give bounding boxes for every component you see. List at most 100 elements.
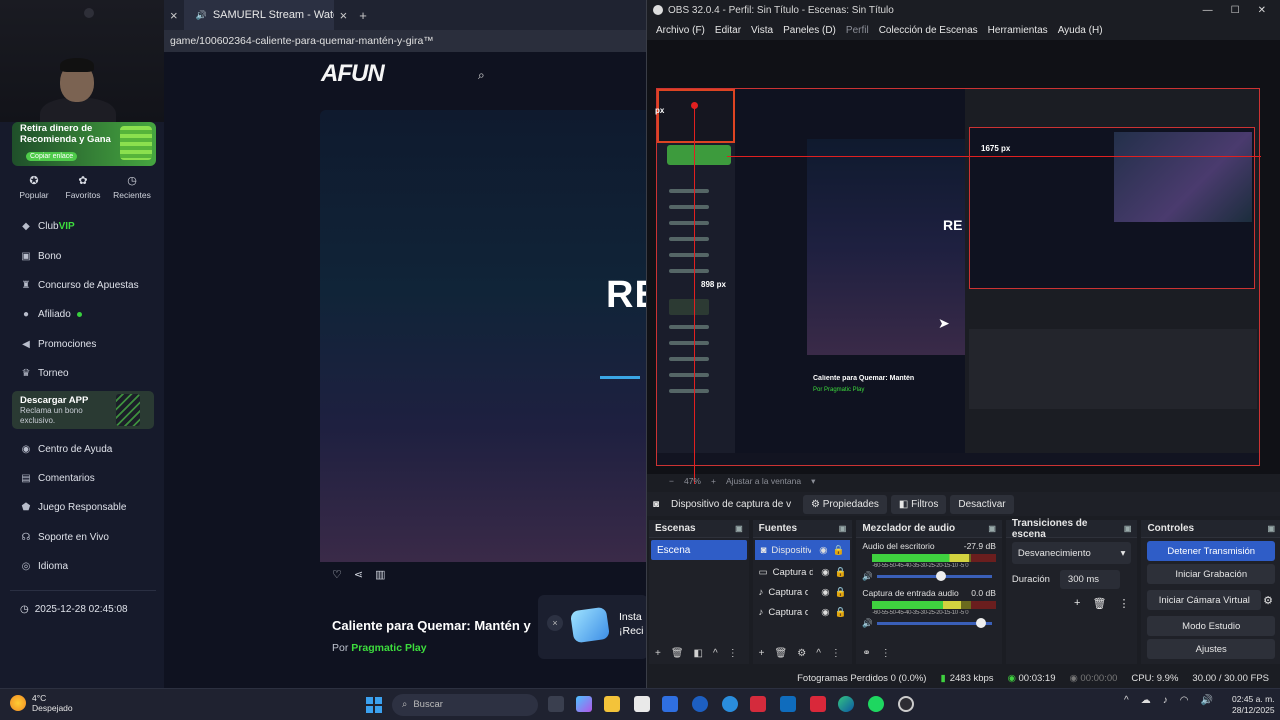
task-view-icon[interactable]: [548, 696, 564, 712]
menu-editar[interactable]: Editar: [710, 25, 746, 36]
close-icon[interactable]: ×: [547, 615, 563, 631]
menu-archivo[interactable]: Archivo (F): [651, 25, 710, 36]
taskbar-search[interactable]: ⌕ Buscar: [392, 694, 538, 716]
hp-icon[interactable]: [692, 696, 708, 712]
source-item[interactable]: ♪ Captura d ◉ 🔒: [753, 582, 853, 602]
more-icon[interactable]: ⋮: [831, 648, 841, 659]
lock-icon[interactable]: 🔒: [833, 545, 845, 556]
menu-coleccion[interactable]: Colección de Escenas: [874, 25, 983, 36]
copilot-icon[interactable]: [576, 696, 592, 712]
source-item[interactable]: ◙ Dispositiv ◉ 🔒: [754, 540, 851, 560]
chevron-down-icon[interactable]: ▾: [811, 476, 815, 487]
start-recording-button[interactable]: Iniciar Grabación: [1147, 564, 1275, 584]
edge-icon[interactable]: [838, 696, 854, 712]
chevron-up-icon[interactable]: ^: [816, 648, 821, 659]
dock-float-icon[interactable]: ▣: [735, 524, 743, 533]
browser-tab-active[interactable]: 🔊 SAMUERL Stream - Watch Li: [183, 0, 334, 30]
spotify-icon[interactable]: [868, 696, 884, 712]
menu-afiliado[interactable]: ● Afiliado: [0, 300, 164, 329]
add-icon[interactable]: +: [655, 648, 661, 659]
more-icon[interactable]: ⋮: [1118, 597, 1129, 610]
menu-concurso[interactable]: ♜ Concurso de Apuestas: [0, 271, 164, 300]
zoom-in-button[interactable]: +: [711, 476, 716, 486]
new-tab-button[interactable]: +: [353, 0, 373, 30]
cloud-icon[interactable]: ☁: [1141, 695, 1151, 706]
install-prompt[interactable]: × Insta ¡Reci: [538, 595, 648, 659]
eye-icon[interactable]: ◉: [821, 607, 829, 618]
chevron-up-icon[interactable]: ^: [1124, 695, 1129, 706]
add-icon[interactable]: +: [1074, 597, 1080, 610]
game-frame[interactable]: RE: [320, 110, 646, 562]
menu-club-vip[interactable]: ◆ Club VIP: [0, 212, 164, 241]
dock-float-icon[interactable]: ▣: [988, 524, 996, 533]
search-icon[interactable]: ⌕: [478, 68, 485, 83]
close-icon[interactable]: ✕: [1258, 5, 1266, 16]
volume-icon[interactable]: 🔊: [1200, 695, 1212, 706]
filters-button[interactable]: ◧ Filtros: [890, 494, 947, 514]
menu-ayuda[interactable]: Ayuda (H): [1053, 25, 1108, 36]
menu-perfil[interactable]: Perfil: [841, 25, 874, 36]
duration-input[interactable]: 300 ms: [1059, 570, 1120, 589]
more-icon[interactable]: ⋮: [728, 648, 738, 659]
lock-icon[interactable]: 🔒: [835, 567, 847, 578]
dock-float-icon[interactable]: ▣: [1124, 524, 1132, 533]
zoom-fit-select[interactable]: Ajustar a la ventana: [726, 476, 801, 486]
taskbar-clock[interactable]: 02:45 a. m. 28/12/2025: [1232, 694, 1275, 716]
heart-icon[interactable]: ♡: [332, 568, 342, 581]
source-item[interactable]: ♪ Captura d ◉ 🔒: [753, 602, 853, 622]
mic-icon[interactable]: ♪: [1163, 695, 1168, 706]
download-app-banner[interactable]: Descargar APP Reclama un bono exclusivo.: [12, 391, 154, 430]
source-item[interactable]: ▭ Captura d ◉ 🔒: [753, 562, 853, 582]
speaker-icon[interactable]: 🔊: [196, 10, 207, 21]
quick-favorites[interactable]: ✿ Favoritos: [59, 174, 107, 204]
store-icon[interactable]: [662, 696, 678, 712]
menu-comentarios[interactable]: ▤ Comentarios: [0, 464, 164, 493]
menu-torneo[interactable]: ♛ Torneo: [0, 359, 164, 388]
promo-banner[interactable]: Retira dinero de Recomienda y Gana Copia…: [12, 122, 156, 166]
obs-preview[interactable]: Caliente para Quemar: Mantén y Por Pragm…: [647, 40, 1280, 484]
add-icon[interactable]: +: [759, 648, 765, 659]
filter-icon[interactable]: ◧: [694, 648, 703, 659]
eye-icon[interactable]: ◉: [819, 545, 827, 556]
quick-popular[interactable]: ✪ Popular: [10, 174, 58, 204]
address-bar[interactable]: game/100602364-caliente-para-quemar-mant…: [164, 30, 646, 52]
settings-button[interactable]: Ajustes: [1147, 639, 1275, 659]
gear-icon[interactable]: ⚙: [797, 648, 806, 659]
more-icon[interactable]: ⋮: [881, 648, 891, 659]
properties-button[interactable]: ⚙ Propiedades: [803, 494, 887, 514]
menu-soporte[interactable]: ☊ Soporte en Vivo: [0, 523, 164, 552]
site-logo[interactable]: AFUN: [321, 60, 385, 88]
media-icon[interactable]: [810, 696, 826, 712]
menu-juego-responsable[interactable]: ⬟ Juego Responsable: [0, 493, 164, 522]
chevron-up-icon[interactable]: ^: [713, 648, 718, 659]
transition-select[interactable]: Desvanecimiento ▾: [1011, 542, 1132, 564]
stats-icon[interactable]: ▥: [375, 568, 385, 581]
studio-mode-button[interactable]: Modo Estudio: [1147, 616, 1275, 636]
minimize-icon[interactable]: —: [1203, 5, 1213, 16]
app-icon[interactable]: [722, 696, 738, 712]
file-explorer-icon[interactable]: [604, 696, 620, 712]
menu-centro-ayuda[interactable]: ◉ Centro de Ayuda: [0, 434, 164, 463]
speaker-icon[interactable]: 🔊: [862, 571, 873, 582]
tab-close-button[interactable]: ×: [334, 0, 354, 30]
menu-herramientas[interactable]: Herramientas: [983, 25, 1053, 36]
share-icon[interactable]: ⋖: [354, 568, 363, 581]
link-icon[interactable]: ⚭: [862, 648, 870, 659]
trash-icon[interactable]: 🗑: [1092, 597, 1106, 610]
obs-taskbar-icon[interactable]: [898, 696, 914, 712]
trash-icon[interactable]: 🗑: [671, 648, 684, 659]
menu-paneles[interactable]: Paneles (D): [778, 25, 841, 36]
dock-float-icon[interactable]: ▣: [1267, 524, 1275, 533]
deactivate-button[interactable]: Desactivar: [950, 494, 1014, 514]
stop-stream-button[interactable]: Detener Transmisión: [1147, 541, 1275, 561]
start-virtual-camera-button[interactable]: Iniciar Cámara Virtual: [1147, 590, 1262, 610]
quick-recent[interactable]: ◷ Recientes: [108, 174, 156, 204]
trash-icon[interactable]: 🗑: [775, 648, 788, 659]
maximize-icon[interactable]: ☐: [1231, 5, 1240, 16]
menu-bono[interactable]: ▣ Bono: [0, 241, 164, 270]
menu-vista[interactable]: Vista: [746, 25, 778, 36]
outlook-icon[interactable]: [780, 696, 796, 712]
gear-icon[interactable]: ⚙: [1263, 594, 1280, 607]
copy-link-button[interactable]: Copiar enlace: [26, 152, 78, 161]
menu-idioma[interactable]: ◎ Idioma: [0, 552, 164, 581]
